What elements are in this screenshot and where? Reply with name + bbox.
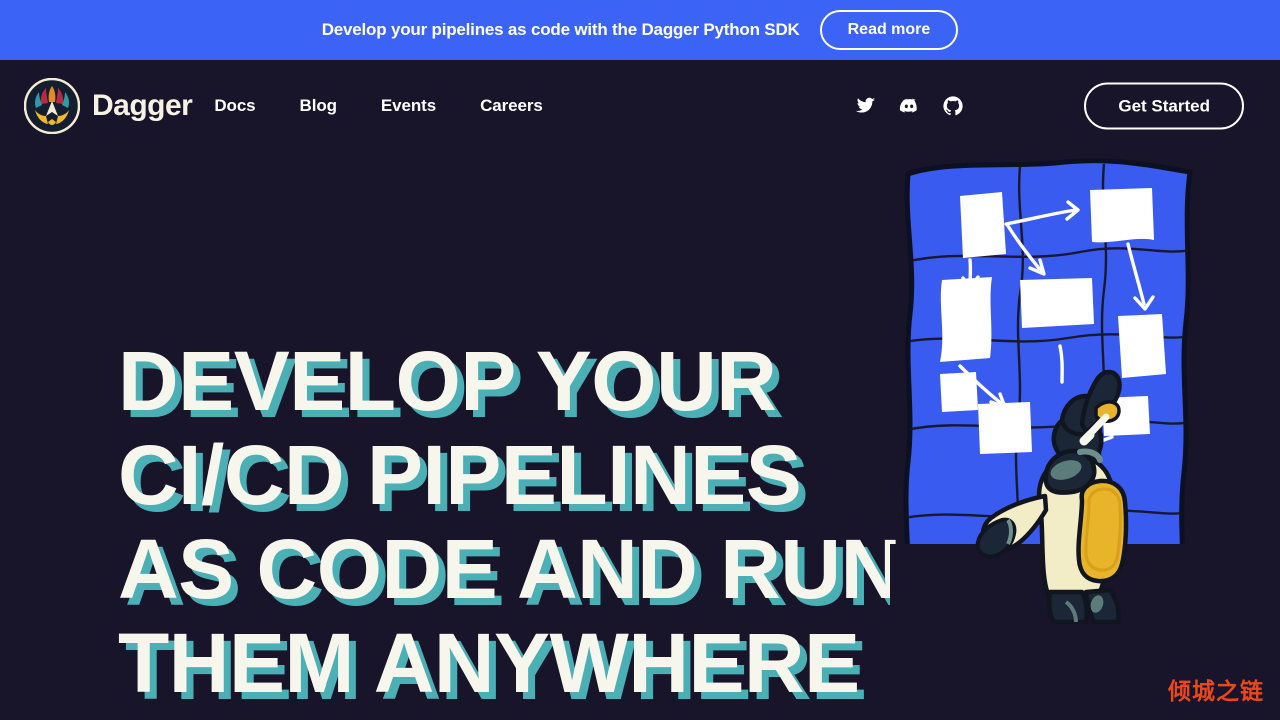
headline-line-2: CI/CD pipelines: [118, 428, 802, 522]
site-header: Dagger Docs Blog Events Careers Get Star…: [0, 60, 1280, 152]
nav-item-docs[interactable]: Docs: [214, 96, 255, 116]
headline-line-4: them anywhere: [118, 616, 860, 710]
headline-line-3: as code and run: [118, 522, 901, 616]
hero-headline: Develop your CI/CD pipelines as code and…: [118, 334, 901, 710]
nav-item-blog[interactable]: Blog: [300, 96, 337, 116]
nav-item-careers[interactable]: Careers: [480, 96, 543, 116]
watermark-text: 倾城之链: [1168, 679, 1264, 705]
social-links: [854, 95, 964, 117]
headline-line-1: Develop your: [118, 334, 777, 428]
read-more-button[interactable]: Read more: [819, 10, 959, 50]
discord-icon[interactable]: [898, 95, 920, 117]
hero-illustration: [890, 152, 1210, 625]
brand-logo-link[interactable]: Dagger: [23, 77, 193, 135]
dagger-mask-logo-icon: [23, 77, 81, 135]
announcement-text: Develop your pipelines as code with the …: [321, 20, 800, 39]
get-started-button[interactable]: Get Started: [1084, 82, 1244, 130]
github-icon[interactable]: [942, 95, 964, 117]
announcement-banner: Develop your pipelines as code with the …: [0, 0, 1280, 60]
hero-section: Develop your CI/CD pipelines as code and…: [0, 152, 1280, 720]
brand-name-text: Dagger: [92, 89, 193, 122]
primary-nav: Docs Blog Events Careers: [214, 96, 542, 116]
twitter-icon[interactable]: [854, 95, 876, 117]
nav-item-events[interactable]: Events: [381, 96, 436, 116]
